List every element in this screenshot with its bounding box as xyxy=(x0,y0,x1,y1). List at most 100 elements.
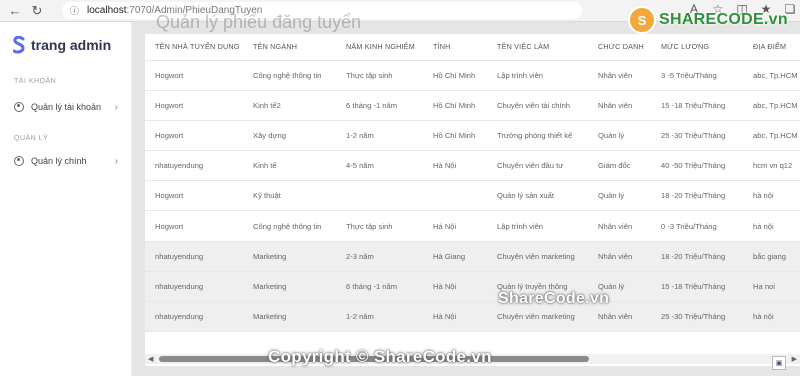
table-row[interactable]: nhatuyendung Marketing 2-3 năm Hà Giang Chuy… xyxy=(145,241,800,272)
table-cell: Hogwort xyxy=(145,180,243,212)
table-cell: Thực tập sinh xyxy=(336,210,423,242)
table-cell: nhatuyendung xyxy=(145,271,243,303)
column-header[interactable]: NĂM KINH NGHIỆM xyxy=(336,34,423,61)
table-header-row: TÊN NHÀ TUYỂN DỤNG TÊN NGÀNH NĂM KINH NG… xyxy=(145,34,800,61)
table-cell: 2-3 năm xyxy=(336,241,423,272)
sidebar-item-main-management[interactable]: Quản lý chính › xyxy=(14,152,122,170)
column-header[interactable]: TỈNH xyxy=(423,34,487,61)
table-cell: Hà Nội xyxy=(423,271,487,303)
table-cell: Chuyên viên đầu tư xyxy=(487,150,588,182)
brand-logo-icon xyxy=(13,36,25,54)
table-row[interactable]: nhatuyendung Marketing 6 tháng -1 năm Hà Nộ… xyxy=(145,271,800,303)
table-cell: 15 -18 Triệu/Tháng xyxy=(651,90,743,121)
table-cell: Hồ Chí Minh xyxy=(423,60,487,91)
table-cell: Chuyên viên marketing xyxy=(487,241,588,272)
table-cell: Công nghệ thông tin xyxy=(243,60,336,91)
column-header[interactable]: TÊN NHÀ TUYỂN DỤNG xyxy=(145,34,243,61)
back-arrow-icon[interactable]: ← xyxy=(4,0,26,22)
table-cell xyxy=(336,180,423,212)
scroll-right-icon[interactable]: ▶ xyxy=(792,355,797,363)
table-cell: Quản lý xyxy=(588,180,651,212)
table-cell: Nhân viên xyxy=(588,241,651,272)
table-cell: Hà Giang xyxy=(423,241,487,272)
user-circle-icon xyxy=(14,156,24,166)
user-circle-icon xyxy=(14,102,24,112)
table-cell: hà nội xyxy=(743,301,800,333)
table-cell: Hà Nội xyxy=(423,210,487,242)
table-cell: Nhân viên xyxy=(588,90,651,121)
table-row[interactable]: Hogwort Kỹ thuật Quản lý sản xuất Quản lý 18… xyxy=(145,180,800,212)
column-header[interactable]: TÊN NGÀNH xyxy=(243,34,336,61)
watermark-center: ShareCode.vn xyxy=(498,290,610,307)
table-cell: Hogwort xyxy=(145,120,243,152)
table-cell: 0 -3 Triệu/Tháng xyxy=(651,210,743,242)
table-cell: 1-2 năm xyxy=(336,301,423,333)
table-cell: 25 -30 Triệu/Tháng xyxy=(651,301,743,333)
table-cell: Nhân viên xyxy=(588,210,651,242)
job-posting-table: TÊN NHÀ TUYỂN DỤNG TÊN NGÀNH NĂM KINH NG… xyxy=(145,34,800,333)
table-cell: Marketing xyxy=(243,301,336,333)
table-cell: hcm vn q12 xyxy=(743,150,800,182)
table-cell: 18 -20 Triệu/Tháng xyxy=(651,241,743,272)
corner-badge-icon: ▣ xyxy=(772,356,786,370)
brand[interactable]: trang admin xyxy=(13,36,111,54)
sharecode-logo-icon: S xyxy=(628,6,656,34)
sidebar-item-label: Quản lý chính xyxy=(31,156,87,166)
column-header[interactable]: TÊN VIỆC LÀM xyxy=(487,34,588,61)
main-content: Quản lý phiếu đăng tuyển TÊN NHÀ TUYỂN D… xyxy=(132,12,800,376)
sidebar-item-label: Quản lý tài khoản xyxy=(31,102,102,112)
table-cell: 25 -30 Triệu/Tháng xyxy=(651,120,743,152)
chevron-right-icon: › xyxy=(114,155,118,167)
table-row[interactable]: Hogwort Xây dựng 1-2 năm Hồ Chí Minh Trưởng … xyxy=(145,120,800,152)
table-cell: Hà Nội xyxy=(423,150,487,182)
table-cell: Thực tập sinh xyxy=(336,60,423,91)
table-cell: Quản lý xyxy=(588,120,651,152)
sidebar-item-account-management[interactable]: Quản lý tài khoản › xyxy=(14,98,122,116)
table-cell: Kinh tế xyxy=(243,150,336,182)
table-row[interactable]: Hogwort Kinh tế2 6 tháng -1 năm Hồ Chí Minh… xyxy=(145,90,800,121)
table-cell: Trưởng phòng thiết kế xyxy=(487,120,588,152)
table-cell: abc, Tp.HCM xyxy=(743,90,800,121)
table-cell: abc, Tp.HCM xyxy=(743,120,800,152)
scroll-left-icon[interactable]: ◀ xyxy=(148,355,153,363)
table-cell: Quản lý sản xuất xyxy=(487,180,588,212)
table-cell: abc, Tp.HCM xyxy=(743,60,800,91)
sharecode-logo-watermark: S SHARECODE.vn xyxy=(628,6,788,34)
table-cell: Lập trình viên xyxy=(487,60,588,91)
table-cell: 4-5 năm xyxy=(336,150,423,182)
section-title-account: TÀI KHOẢN xyxy=(14,78,57,85)
table-cell: hà nội xyxy=(743,180,800,212)
table-cell: 40 -50 Triệu/Tháng xyxy=(651,150,743,182)
chevron-right-icon: › xyxy=(114,101,118,113)
table-cell: nhatuyendung xyxy=(145,301,243,333)
table-cell: 6 tháng -1 năm xyxy=(336,271,423,303)
table-row[interactable]: nhatuyendung Kinh tế 4-5 năm Hà Nội Chuyên v… xyxy=(145,150,800,182)
table-cell: Hogwort xyxy=(145,90,243,121)
table-cell: hà nội xyxy=(743,210,800,242)
table-cell: Hogwort xyxy=(145,210,243,242)
table-cell: 3 -5 Triệu/Tháng xyxy=(651,60,743,91)
table-cell: Chuyên viên tài chính xyxy=(487,90,588,121)
section-title-management: QUẢN LÝ xyxy=(14,135,49,142)
table-row[interactable]: Hogwort Công nghệ thông tin Thực tập sinh H… xyxy=(145,210,800,242)
table-cell: 1-2 năm xyxy=(336,120,423,152)
column-header[interactable]: CHỨC DANH xyxy=(588,34,651,61)
column-header[interactable]: MỨC LƯƠNG xyxy=(651,34,743,61)
table-cell: Hồ Chí Minh xyxy=(423,120,487,152)
table-cell: 18 -20 Triệu/Tháng xyxy=(651,180,743,212)
column-header[interactable]: ĐỊA ĐIỂM xyxy=(743,34,800,61)
table-cell: Ha noi xyxy=(743,271,800,303)
url-host: localhost xyxy=(87,5,127,16)
table-row[interactable]: nhatuyendung Marketing 1-2 năm Hà Nội Chuyên… xyxy=(145,301,800,333)
table-cell: 6 tháng -1 năm xyxy=(336,90,423,121)
refresh-icon[interactable]: ↻ xyxy=(26,0,48,22)
table-row[interactable]: Hogwort Công nghệ thông tin Thực tập sinh H… xyxy=(145,60,800,91)
table-cell: Công nghệ thông tin xyxy=(243,210,336,242)
table-cell xyxy=(423,180,487,212)
table-cell: Lập trình viên xyxy=(487,210,588,242)
brand-name: trang admin xyxy=(31,37,112,53)
sharecode-logo-text: SHARECODE.vn xyxy=(659,11,788,28)
table-cell: Marketing xyxy=(243,271,336,303)
sidebar: trang admin TÀI KHOẢN Quản lý tài khoản … xyxy=(0,22,132,376)
table-cell: 15 -18 Triệu/Tháng xyxy=(651,271,743,303)
